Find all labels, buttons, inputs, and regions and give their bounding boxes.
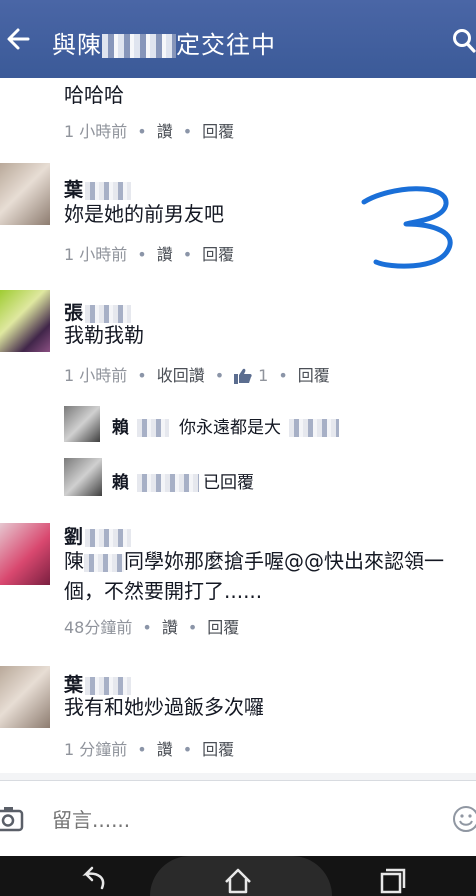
separator-dot: • <box>137 740 147 759</box>
text-redaction <box>289 419 339 437</box>
like-count: 1 <box>258 366 269 385</box>
comment-time: 1 小時前 <box>64 245 128 264</box>
comment-text: 哈哈哈 <box>64 83 124 107</box>
name-redaction <box>85 181 132 200</box>
system-nav-bar <box>0 856 476 896</box>
back-arrow-icon[interactable] <box>6 24 30 54</box>
reply-item[interactable]: 賴 已回覆 <box>64 458 464 498</box>
thumbs-up-icon <box>234 368 252 388</box>
like-link[interactable]: 讚 <box>157 122 173 141</box>
app-header: 與陳 定交往中 <box>0 0 476 78</box>
comment-item: 葉 我有和她炒過飯多次囉 1 分鐘前 • 讚 • 回覆 <box>0 666 476 776</box>
separator-dot: • <box>214 366 225 385</box>
reply-body: 已回覆 <box>203 473 254 493</box>
reply-item[interactable]: 賴 你永遠都是大 <box>64 406 464 446</box>
avatar[interactable] <box>0 290 50 352</box>
separator-dot: • <box>137 366 147 385</box>
comment-meta: 1 小時前 • 收回讚 • 1 • 回覆 <box>64 362 330 388</box>
comment-input[interactable] <box>52 805 432 835</box>
comment-text: 陳 同學妳那麼搶手喔@@快出來認領一 <box>64 546 444 576</box>
comment-text: 我勒我勒 <box>64 323 144 347</box>
avatar[interactable] <box>0 523 50 585</box>
title-prefix: 與陳 <box>52 31 102 59</box>
reply-body: 你永遠都是大 <box>179 418 281 438</box>
separator-dot: • <box>137 122 147 141</box>
comment-meta: 1 小時前 • 讚 • 回覆 <box>64 118 234 142</box>
emoji-icon[interactable] <box>452 805 476 833</box>
search-icon[interactable] <box>452 28 476 54</box>
comment-composer <box>0 780 476 856</box>
like-link[interactable]: 讚 <box>157 245 173 264</box>
comment-time: 1 小時前 <box>64 366 128 385</box>
comment-item: 張 我勒我勒 1 小時前 • 收回讚 • 1 • 回覆 <box>0 290 476 400</box>
text-redaction <box>84 553 124 572</box>
comment-meta: 1 分鐘前 • 讚 • 回覆 <box>64 736 234 760</box>
reply-name[interactable]: 賴 <box>112 473 129 493</box>
reply-text: 賴 你永遠都是大 <box>112 413 339 438</box>
comment-meta: 48分鐘前 • 讚 • 回覆 <box>64 614 239 638</box>
separator-dot: • <box>137 245 147 264</box>
name-text: 葉 <box>64 179 84 201</box>
name-redaction <box>85 528 132 547</box>
like-link[interactable]: 讚 <box>157 740 173 759</box>
reply-link[interactable]: 回覆 <box>202 245 234 264</box>
comment-item: 葉 妳是她的前男友吧 1 小時前 • 讚 • 回覆 <box>0 163 476 273</box>
reply-link[interactable]: 回覆 <box>207 618 239 637</box>
separator-dot: • <box>182 122 193 141</box>
title-suffix: 定交往中 <box>176 31 276 59</box>
avatar[interactable] <box>64 406 100 442</box>
comment-time: 1 小時前 <box>64 122 128 141</box>
separator-dot: • <box>187 618 198 637</box>
nav-recents-icon[interactable] <box>372 864 412 894</box>
comment-time: 48分鐘前 <box>64 618 133 637</box>
comment-list: 哈哈哈 1 小時前 • 讚 • 回覆 葉 妳是她的前男友吧 1 小時前 • 讚 • 回覆 張 我… <box>0 78 476 773</box>
reply-name[interactable]: 賴 <box>112 418 129 438</box>
comment-text-line2: 個，不然要開打了...... <box>64 579 263 603</box>
name-redaction <box>137 474 199 492</box>
commenter-name[interactable]: 劉 <box>64 522 132 549</box>
unlike-link[interactable]: 收回讚 <box>157 366 205 385</box>
avatar[interactable] <box>0 666 50 728</box>
separator-dot: • <box>182 740 193 759</box>
reply-text: 賴 已回覆 <box>112 468 254 493</box>
comment-text-rest: 同學妳那麼搶手喔@@快出來認領一 <box>124 549 444 573</box>
nav-home-icon[interactable] <box>218 864 258 894</box>
like-link[interactable]: 讚 <box>162 618 178 637</box>
comment-item: 哈哈哈 1 小時前 • 讚 • 回覆 <box>0 78 476 148</box>
reply-link[interactable]: 回覆 <box>202 740 234 759</box>
comment-text: 我有和她炒過飯多次囉 <box>64 695 264 719</box>
avatar[interactable] <box>0 163 50 225</box>
camera-icon[interactable] <box>0 806 26 832</box>
nav-back-icon[interactable] <box>72 864 112 894</box>
separator-dot: • <box>278 366 288 385</box>
name-text: 劉 <box>64 526 84 548</box>
name-redaction <box>137 419 169 437</box>
reply-link[interactable]: 回覆 <box>202 122 234 141</box>
commenter-name[interactable]: 葉 <box>64 175 132 202</box>
page-title: 與陳 定交往中 <box>52 25 276 60</box>
comment-time: 1 分鐘前 <box>64 740 128 759</box>
avatar[interactable] <box>64 458 102 496</box>
comment-text: 妳是她的前男友吧 <box>64 202 224 226</box>
separator-dot: • <box>142 618 152 637</box>
comment-text-start: 陳 <box>64 549 84 573</box>
separator-dot: • <box>182 245 193 264</box>
comment-meta: 1 小時前 • 讚 • 回覆 <box>64 241 234 265</box>
reply-link[interactable]: 回覆 <box>298 366 330 385</box>
comment-item: 劉 陳 同學妳那麼搶手喔@@快出來認領一 個，不然要開打了...... 48分鐘前… <box>0 518 476 638</box>
title-redaction <box>102 34 176 58</box>
